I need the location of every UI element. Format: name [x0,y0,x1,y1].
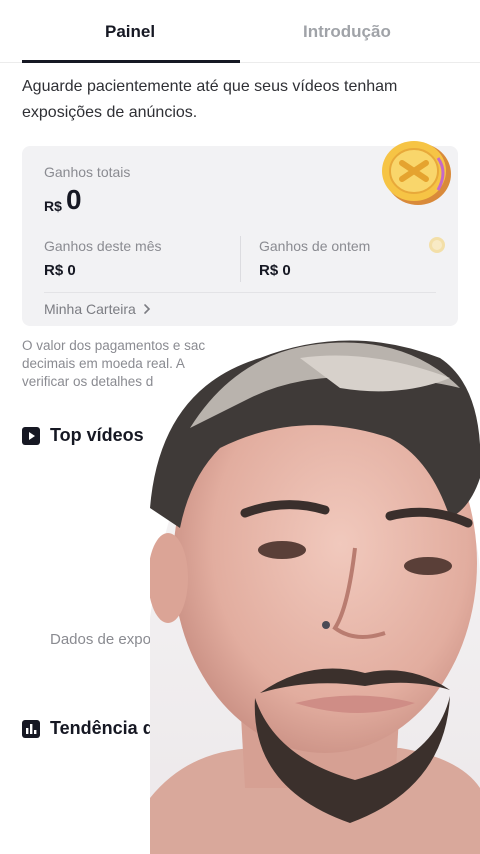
earnings-divider [240,236,241,282]
card-divider [44,292,436,293]
yesterday-earnings-label: Ganhos de ontem [259,238,371,254]
tab-introducao[interactable]: Introdução [303,22,391,42]
wallet-link-label: Minha Carteira [44,301,136,317]
top-videos-empty-text: Dados de expos [50,631,159,648]
top-videos-title: Top vídeos [50,425,144,445]
tab-bar: Painel Introdução [0,0,480,63]
bar-chart-icon [22,720,40,738]
month-earnings-value: R$ 0 [44,262,76,279]
chevron-right-icon [143,304,150,314]
play-square-icon [22,427,40,445]
month-earnings-label: Ganhos deste mês [44,238,162,254]
notice-text: Aguarde pacientemente até que seus vídeo… [22,78,398,121]
tab-painel[interactable]: Painel [105,22,155,42]
total-earnings-label: Ganhos totais [44,164,131,180]
yesterday-earnings-value: R$ 0 [259,262,291,279]
coin-icon [382,141,451,205]
wallet-link[interactable]: Minha Carteira [44,301,152,317]
total-earnings-currency: R$ [44,198,62,214]
facecam-overlay [150,340,480,854]
small-coin-icon [429,237,445,253]
active-tab-indicator [22,60,240,63]
total-earnings-value: 0 [66,184,82,215]
